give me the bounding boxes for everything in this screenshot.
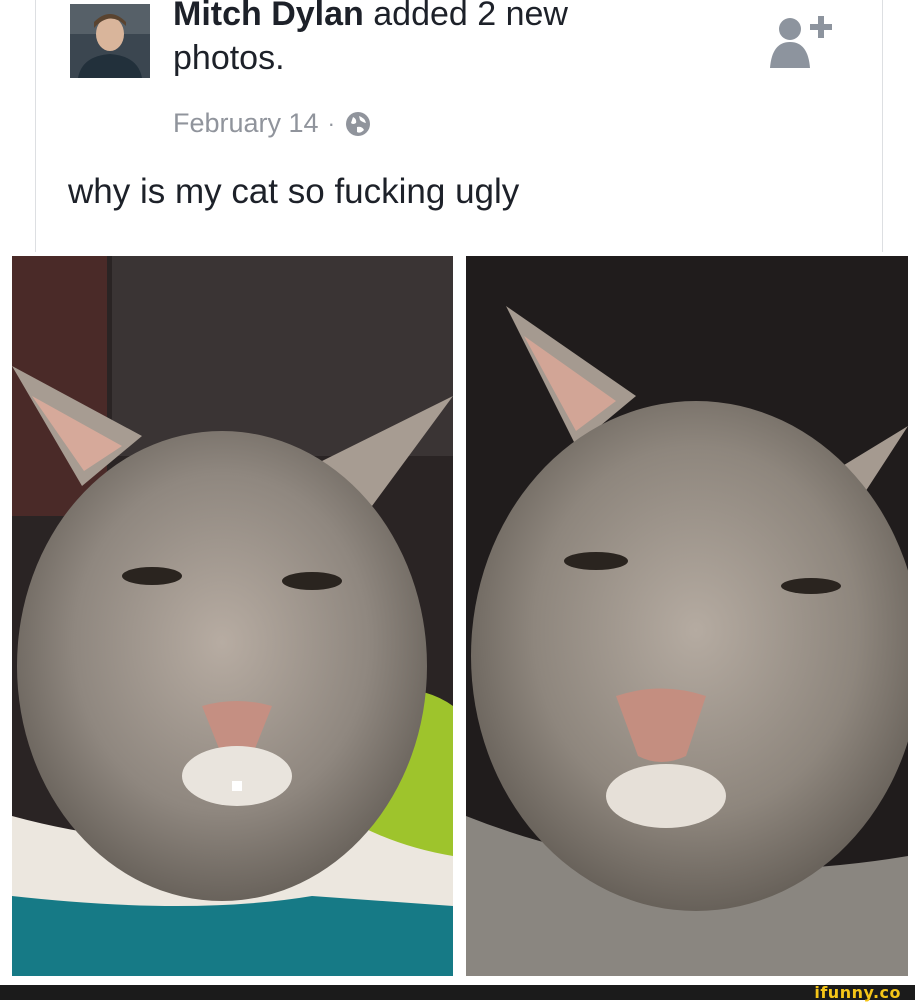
avatar[interactable] (70, 4, 150, 78)
post-photo-1[interactable] (12, 256, 453, 976)
post-caption: why is my cat so fucking ugly (68, 172, 520, 211)
post-meta: February 14 · (173, 108, 372, 139)
add-friend-icon[interactable] (766, 12, 836, 72)
watermark-bar: ifunny.co (0, 983, 915, 1002)
post-action: added 2 new (373, 0, 568, 33)
watermark-logo: ifunny.co (814, 983, 901, 1002)
meta-separator: · (327, 110, 335, 136)
cat-photo-2-image (466, 256, 908, 976)
globe-icon[interactable] (344, 110, 372, 138)
post-photo-2[interactable] (466, 256, 908, 976)
post-header: Mitch Dylan added 2 new photos. (173, 0, 713, 80)
author-name[interactable]: Mitch Dylan (173, 0, 364, 33)
avatar-image (70, 4, 150, 78)
post-date[interactable]: February 14 (173, 108, 319, 139)
post-action-line2: photos. (173, 39, 285, 77)
cat-photo-1-image (12, 256, 453, 976)
